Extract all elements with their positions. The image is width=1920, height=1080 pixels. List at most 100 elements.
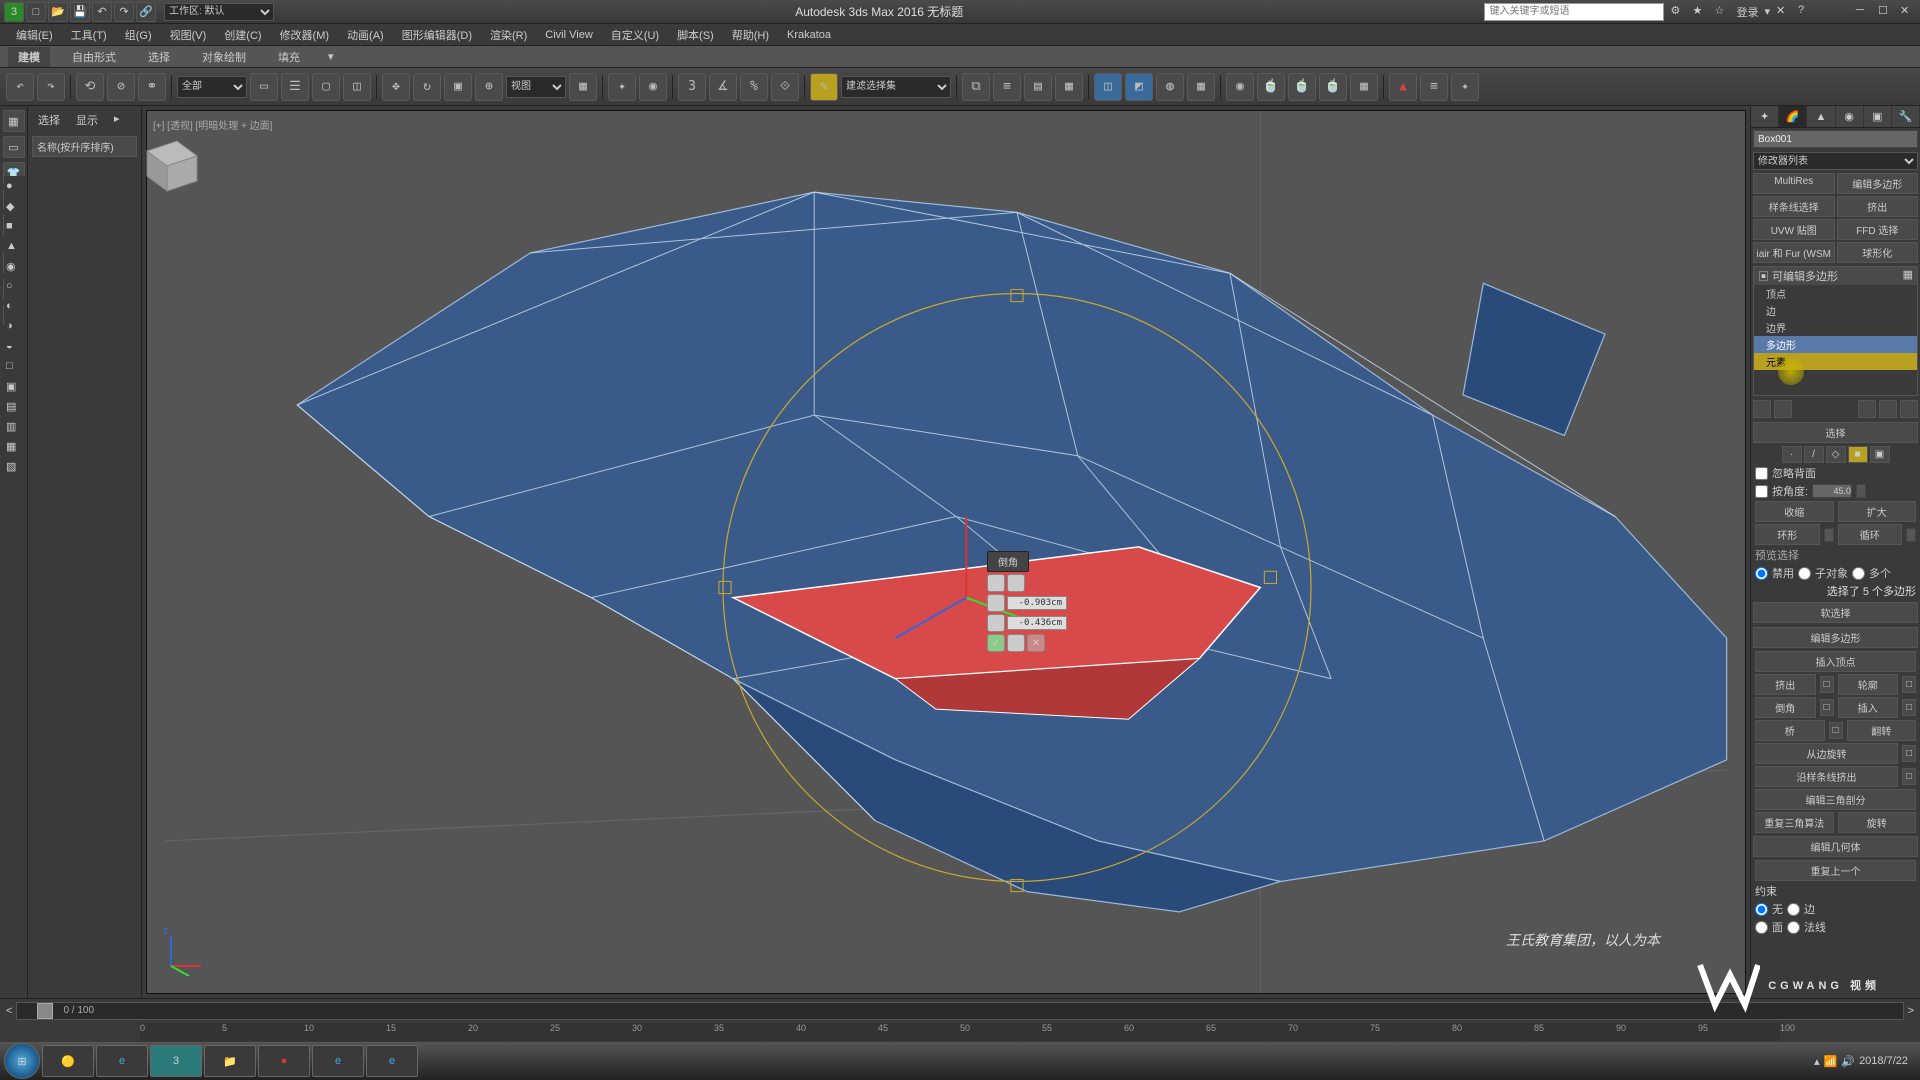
- start-button[interactable]: ⊞: [4, 1043, 40, 1079]
- section-editgeo[interactable]: 编辑几何体: [1753, 836, 1918, 857]
- stack-edge[interactable]: 边: [1754, 302, 1917, 319]
- tray-chev-icon[interactable]: ▴: [1814, 1055, 1820, 1068]
- tab-chevron-icon[interactable]: ▸: [108, 110, 126, 130]
- menu-create[interactable]: 创建(C): [216, 25, 269, 45]
- se-icon-1[interactable]: ●: [6, 180, 24, 198]
- select-name-button[interactable]: ☰: [281, 73, 309, 101]
- move-button[interactable]: ✥: [382, 73, 410, 101]
- se-icon-6[interactable]: ○: [6, 280, 24, 298]
- flip-button[interactable]: 翻转: [1847, 720, 1917, 741]
- tray-date[interactable]: 2018/7/22: [1859, 1055, 1908, 1067]
- inset-settings-icon[interactable]: □: [1902, 699, 1916, 716]
- caddy-ok-icon[interactable]: ✓: [987, 634, 1005, 652]
- loop-spinner[interactable]: [1906, 528, 1916, 542]
- inset-button[interactable]: 插入: [1838, 697, 1899, 718]
- help-icon[interactable]: ?: [1798, 4, 1814, 20]
- se-icon-2[interactable]: ◆: [6, 200, 24, 218]
- turn-button[interactable]: 旋转: [1838, 812, 1917, 833]
- taskbar-ie2[interactable]: e: [312, 1045, 364, 1077]
- subobj-vertex-icon[interactable]: ·: [1782, 446, 1802, 463]
- star-icon[interactable]: ★: [1692, 4, 1708, 20]
- link-icon[interactable]: 🔗: [136, 2, 156, 22]
- ribbon-expand-icon[interactable]: ▾: [328, 50, 334, 63]
- constraint-edge-radio[interactable]: [1787, 903, 1800, 916]
- search-input[interactable]: [1484, 3, 1664, 21]
- tab-utilities-icon[interactable]: 🔧: [1892, 106, 1920, 127]
- ring-button[interactable]: 环形: [1755, 524, 1820, 545]
- by-angle-check[interactable]: [1755, 485, 1768, 498]
- ribbon-tab-modeling[interactable]: 建模: [8, 47, 50, 67]
- caddy-height-value[interactable]: -0.903cm: [1007, 596, 1067, 610]
- maximize-icon[interactable]: ☐: [1878, 4, 1894, 20]
- render2-button[interactable]: 🍵: [1288, 73, 1316, 101]
- hinge-settings-icon[interactable]: □: [1902, 745, 1916, 762]
- retri-button[interactable]: 重复三角算法: [1755, 812, 1834, 833]
- menu-help[interactable]: 帮助(H): [724, 25, 777, 45]
- align-button[interactable]: ≡: [993, 73, 1021, 101]
- pivot-button[interactable]: ▦: [569, 73, 597, 101]
- se-icon-7[interactable]: ◐: [6, 300, 24, 318]
- viewport[interactable]: [+] [透视] [明暗处理 + 边面]: [146, 110, 1746, 994]
- constraint-none-radio[interactable]: [1755, 903, 1768, 916]
- taskbar-ie3[interactable]: e: [366, 1045, 418, 1077]
- tab-display-icon[interactable]: ▣: [1864, 106, 1892, 127]
- percent-snap-button[interactable]: %: [740, 73, 768, 101]
- tab-create-icon[interactable]: ✦: [1751, 106, 1779, 127]
- krakatoa3-button[interactable]: ✦: [1451, 73, 1479, 101]
- subobj-element-icon[interactable]: ▣: [1870, 446, 1890, 463]
- tab-hierarchy-icon[interactable]: ▲: [1807, 106, 1835, 127]
- caddy-outline-icon[interactable]: ↔: [987, 614, 1005, 632]
- selection-filter[interactable]: 全部: [177, 76, 247, 98]
- workspace-dropdown[interactable]: 工作区: 默认: [164, 3, 274, 21]
- mod-btn-splinesel[interactable]: 样条线选择: [1753, 196, 1835, 217]
- tray-net-icon[interactable]: 📶: [1824, 1055, 1838, 1068]
- caddy-apply-icon[interactable]: +: [1007, 634, 1025, 652]
- ribbon-tab-objectpaint[interactable]: 对象绘制: [192, 47, 256, 67]
- stack-remove-icon[interactable]: [1879, 400, 1897, 418]
- placement-button[interactable]: ⊕: [475, 73, 503, 101]
- preview-sub-radio[interactable]: [1798, 567, 1811, 580]
- select-region-button[interactable]: ▢: [312, 73, 340, 101]
- insert-vertex-button[interactable]: 插入顶点: [1755, 651, 1916, 672]
- se-icon-3[interactable]: ■: [6, 220, 24, 238]
- scene-explorer-header[interactable]: 名称(按升序排序): [32, 136, 137, 157]
- se-icon-4[interactable]: ▲: [6, 240, 24, 258]
- section-softsel[interactable]: 软选择: [1753, 602, 1918, 623]
- mod-btn-hairfur[interactable]: iair 和 Fur (WSM: [1753, 242, 1835, 263]
- krakatoa2-button[interactable]: ≡: [1420, 73, 1448, 101]
- render-button[interactable]: 🍵: [1257, 73, 1285, 101]
- object-name-input[interactable]: [1753, 130, 1918, 148]
- mod-btn-editpoly[interactable]: 编辑多边形: [1837, 173, 1919, 194]
- scale-button[interactable]: ▣: [444, 73, 472, 101]
- rotate-button[interactable]: ↻: [413, 73, 441, 101]
- timeline-next-icon[interactable]: >: [1908, 1005, 1914, 1017]
- mod-btn-spherify[interactable]: 球形化: [1837, 242, 1919, 263]
- manipulate-button[interactable]: ✦: [608, 73, 636, 101]
- taskbar-ie[interactable]: e: [96, 1045, 148, 1077]
- snap-button[interactable]: 3: [678, 73, 706, 101]
- menu-view[interactable]: 视图(V): [162, 25, 215, 45]
- tab-motion-icon[interactable]: ◉: [1836, 106, 1864, 127]
- tab-modify-icon[interactable]: 🌈: [1779, 106, 1807, 127]
- se-icon-14[interactable]: ▦: [6, 440, 24, 458]
- se-icon-10[interactable]: □: [6, 360, 24, 378]
- bevel-settings-icon[interactable]: □: [1820, 699, 1834, 716]
- layers-button[interactable]: ▤: [1024, 73, 1052, 101]
- constraint-normal-radio[interactable]: [1787, 921, 1800, 934]
- link-button[interactable]: ⟲: [76, 73, 104, 101]
- menu-customize[interactable]: 自定义(U): [603, 25, 667, 45]
- open-icon[interactable]: 📂: [48, 2, 68, 22]
- material-editor-button[interactable]: ◍: [1156, 73, 1184, 101]
- modifier-stack[interactable]: ▣ 可编辑多边形▦ 顶点 边 边界 多边形 元素: [1753, 266, 1918, 396]
- redo-button[interactable]: ↷: [37, 73, 65, 101]
- stack-pin-icon[interactable]: [1753, 400, 1771, 418]
- stack-show-icon[interactable]: [1774, 400, 1792, 418]
- time-ruler[interactable]: 0510152025303540455055606570758085909510…: [140, 1023, 1780, 1041]
- by-angle-spinner[interactable]: [1856, 484, 1866, 498]
- menu-group[interactable]: 组(G): [117, 25, 160, 45]
- viewcube[interactable]: [127, 121, 1725, 1003]
- scene-explorer-icon[interactable]: ▦: [3, 110, 25, 132]
- select-object-button[interactable]: ▭: [250, 73, 278, 101]
- taskbar-record[interactable]: ●: [258, 1045, 310, 1077]
- se-icon-12[interactable]: ▤: [6, 400, 24, 418]
